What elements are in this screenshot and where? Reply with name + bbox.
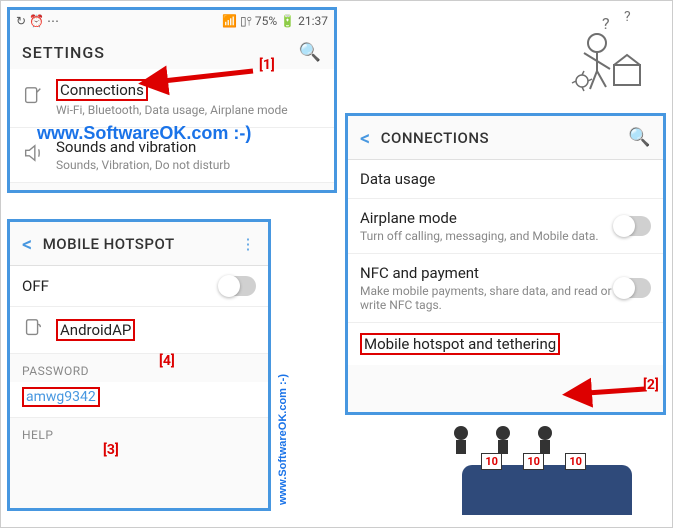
back-icon[interactable]: < [360, 126, 371, 150]
watermark-main: www.SoftwareOK.com :-) [37, 123, 251, 144]
nfc-sub: Make mobile payments, share data, and re… [360, 284, 615, 312]
password-section-label: PASSWORD [10, 354, 268, 382]
connections-icon [22, 85, 56, 111]
alarm-icon: ⏰ [29, 14, 44, 28]
arrow-2 [581, 383, 651, 403]
mobile-hotspot-label: Mobile hotspot and tethering [360, 333, 560, 355]
ap-icon [22, 317, 56, 343]
settings-header: SETTINGS 🔍 [10, 32, 334, 69]
hotspot-header: < MOBILE HOTSPOT ⋮ [10, 222, 268, 266]
judge-3: 10 [530, 425, 586, 471]
connections-label: Connections [56, 79, 148, 101]
couch-illustration [462, 465, 632, 515]
password-value: amwg9342 [22, 387, 100, 407]
row-nfc[interactable]: NFC and payment Make mobile payments, sh… [348, 254, 663, 323]
airplane-label: Airplane mode [360, 209, 615, 227]
settings-title: SETTINGS [22, 43, 105, 62]
score-3: 10 [565, 453, 586, 470]
ap-name: AndroidAP [56, 319, 135, 341]
row-hotspot-toggle[interactable]: OFF [10, 266, 268, 307]
battery-percent: 75% [255, 14, 277, 28]
row-data-usage[interactable]: Data usage [348, 160, 663, 199]
watermark-side: www.SoftwareOK.com :-) [277, 374, 289, 505]
sync-icon: ↻ [16, 14, 26, 28]
connections-sub: Wi-Fi, Bluetooth, Data usage, Airplane m… [56, 103, 322, 117]
confused-person-illustration: ? ? [552, 11, 652, 114]
status-bar: ↻ ⏰ ⋯ 📶 ▯⫯ 75% 🔋 21:37 [10, 10, 334, 32]
back-icon[interactable]: < [22, 232, 33, 256]
hotspot-panel: < MOBILE HOTSPOT ⋮ OFF AndroidAP PASSWOR… [7, 219, 271, 511]
row-mobile-hotspot[interactable]: Mobile hotspot and tethering [348, 323, 663, 365]
row-password[interactable]: amwg9342 [10, 382, 268, 418]
callout-3: [3] [103, 442, 119, 458]
sounds-icon [22, 142, 56, 168]
airplane-toggle[interactable] [615, 216, 651, 236]
callout-1: [1] [259, 57, 275, 73]
row-airplane-mode[interactable]: Airplane mode Turn off calling, messagin… [348, 199, 663, 254]
more-icon[interactable]: ⋮ [241, 235, 257, 253]
search-icon[interactable]: 🔍 [628, 127, 651, 148]
sounds-sub: Sounds, Vibration, Do not disturb [56, 158, 322, 172]
signal-icon: ▯⫯ [240, 14, 252, 29]
help-section-label: HELP [10, 418, 268, 446]
svg-text:?: ? [602, 14, 610, 33]
battery-icon: 🔋 [280, 14, 295, 28]
dots-icon: ⋯ [47, 14, 59, 28]
nfc-label: NFC and payment [360, 264, 615, 282]
data-usage-label: Data usage [360, 170, 651, 188]
hotspot-toggle[interactable] [220, 276, 256, 296]
connections-header: < CONNECTIONS 🔍 [348, 116, 663, 160]
airplane-sub: Turn off calling, messaging, and Mobile … [360, 229, 615, 243]
hotspot-state: OFF [22, 277, 220, 295]
svg-text:?: ? [624, 11, 631, 25]
settings-panel: ↻ ⏰ ⋯ 📶 ▯⫯ 75% 🔋 21:37 SETTINGS 🔍 Connec… [7, 7, 337, 193]
arrow-1 [157, 67, 257, 91]
hotspot-title: MOBILE HOTSPOT [43, 235, 235, 253]
connections-title: CONNECTIONS [381, 129, 628, 147]
row-ap-name[interactable]: AndroidAP [10, 307, 268, 354]
wifi-icon: 📶 [222, 14, 237, 28]
nfc-toggle[interactable] [615, 278, 651, 298]
callout-4: [4] [159, 353, 175, 369]
search-icon[interactable]: 🔍 [299, 42, 322, 63]
connections-panel: < CONNECTIONS 🔍 Data usage Airplane mode… [345, 113, 666, 415]
clock-text: 21:37 [298, 14, 328, 28]
